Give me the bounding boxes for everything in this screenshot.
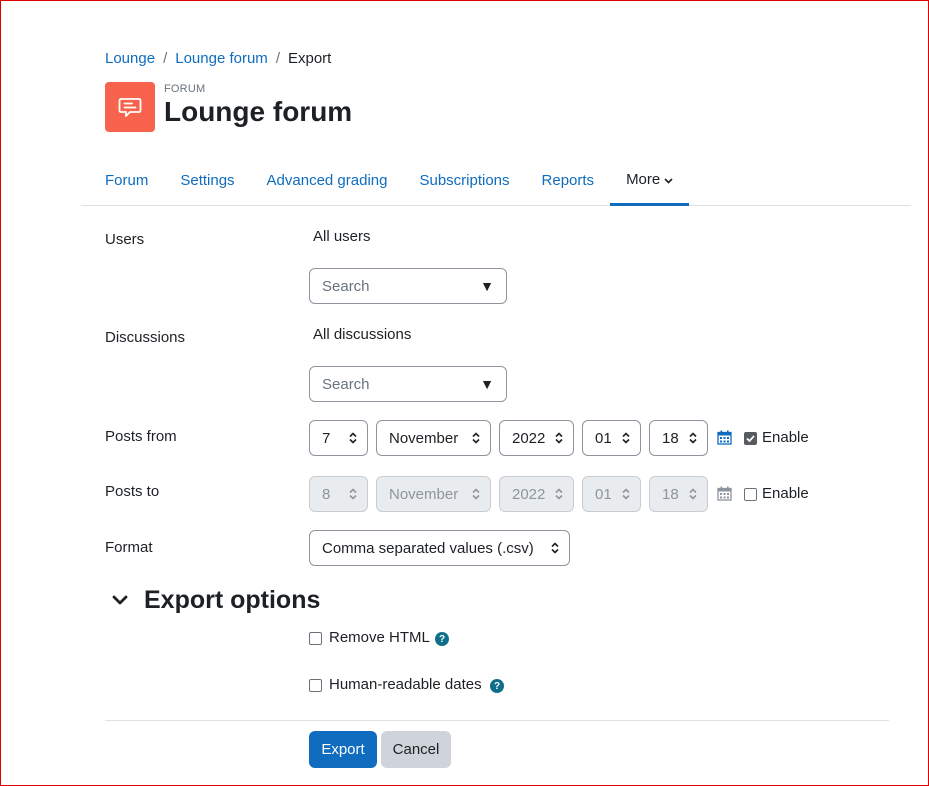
select-value: 01 [595,485,612,503]
human-readable-dates-label: Human-readable dates [329,676,482,693]
select-arrows-icon [689,432,697,444]
export-options-header[interactable]: Export options [112,586,320,615]
users-search-input[interactable]: Search ▼ [309,268,507,304]
tab-label: Settings [180,172,235,189]
posts-from-enable-label: Enable [762,429,809,446]
posts-from-minute-select[interactable]: 18 [649,420,708,456]
select-arrows-icon [349,488,357,500]
select-arrows-icon [555,488,563,500]
format-select[interactable]: Comma separated values (.csv) [309,530,570,566]
posts-to-label: Posts to [105,483,160,500]
select-arrows-icon [472,432,480,444]
breadcrumb: Lounge / Lounge forum / Export [105,50,331,67]
users-selection: All users [313,228,371,245]
posts-from-day-select[interactable]: 7 [309,420,368,456]
discussions-selection: All discussions [313,326,412,343]
posts-to-enable-label: Enable [762,485,809,502]
tab-label: Forum [105,172,149,189]
dropdown-arrow-icon: ▼ [480,376,494,392]
activity-type: FORUM [164,82,206,95]
breadcrumb-separator: / [163,50,168,67]
calendar-icon [717,486,732,505]
select-arrows-icon [622,432,630,444]
tab-subscriptions[interactable]: Subscriptions [403,155,525,206]
users-label: Users [105,231,145,248]
posts-from-hour-select[interactable]: 01 [582,420,641,456]
select-arrows-icon [349,432,357,444]
select-value: 01 [595,429,612,447]
select-value: 8 [322,485,331,503]
tab-settings[interactable]: Settings [164,155,250,206]
breadcrumb-lounge[interactable]: Lounge [105,50,155,67]
breadcrumb-lounge-forum[interactable]: Lounge forum [175,50,268,67]
cancel-button[interactable]: Cancel [381,731,451,768]
select-arrows-icon [472,488,480,500]
tab-label: Subscriptions [419,172,510,189]
tab-label: Advanced grading [266,172,388,189]
select-arrows-icon [689,488,697,500]
posts-to-minute-select: 18 [649,476,708,512]
form-divider [105,720,889,721]
tab-forum[interactable]: Forum [81,155,164,206]
select-value: November [389,485,459,503]
search-placeholder: Search [322,375,370,393]
posts-to-day-select: 8 [309,476,368,512]
forum-icon [105,82,155,132]
select-value: 2022 [512,429,546,447]
posts-to-year-select: 2022 [499,476,574,512]
select-value: 18 [662,485,679,503]
select-value: 18 [662,429,679,447]
select-arrows-icon [555,432,563,444]
select-arrows-icon [551,542,559,554]
select-value: 7 [322,429,331,447]
tab-advanced-grading[interactable]: Advanced grading [251,155,404,206]
remove-html-label: Remove HTML [329,629,430,646]
posts-to-hour-select: 01 [582,476,641,512]
chevron-down-icon [664,171,673,188]
breadcrumb-separator: / [275,50,280,67]
discussions-label: Discussions [105,329,186,346]
posts-from-label: Posts from [105,428,177,445]
search-placeholder: Search [322,277,370,295]
tab-reports[interactable]: Reports [526,155,611,206]
discussions-search-input[interactable]: Search ▼ [309,366,507,402]
help-icon[interactable]: ? [435,632,449,646]
posts-from-month-select[interactable]: November [376,420,491,456]
select-arrows-icon [622,488,630,500]
breadcrumb-current: Export [287,50,332,67]
page-header: FORUM Lounge forum [105,82,352,132]
format-label: Format [105,539,153,556]
calendar-icon[interactable] [717,430,732,449]
tab-label: More [626,170,661,188]
tab-more[interactable]: More [610,155,690,206]
section-title: Export options [144,586,321,614]
posts-from-enable-checkbox[interactable] [744,432,757,445]
export-button[interactable]: Export [309,731,377,768]
help-icon[interactable]: ? [490,679,504,693]
dropdown-arrow-icon: ▼ [480,278,494,294]
chevron-down-icon [112,595,128,606]
select-value: Comma separated values (.csv) [322,539,534,557]
remove-html-checkbox[interactable] [309,632,322,645]
posts-from-year-select[interactable]: 2022 [499,420,574,456]
tab-label: Reports [541,172,595,189]
select-value: November [389,429,459,447]
secondary-navigation: Forum Settings Advanced grading Subscrip… [81,155,911,206]
human-readable-dates-checkbox[interactable] [309,679,322,692]
posts-to-enable-checkbox[interactable] [744,488,757,501]
select-value: 2022 [512,485,546,503]
page-title: Lounge forum [164,95,353,127]
posts-to-month-select: November [376,476,491,512]
